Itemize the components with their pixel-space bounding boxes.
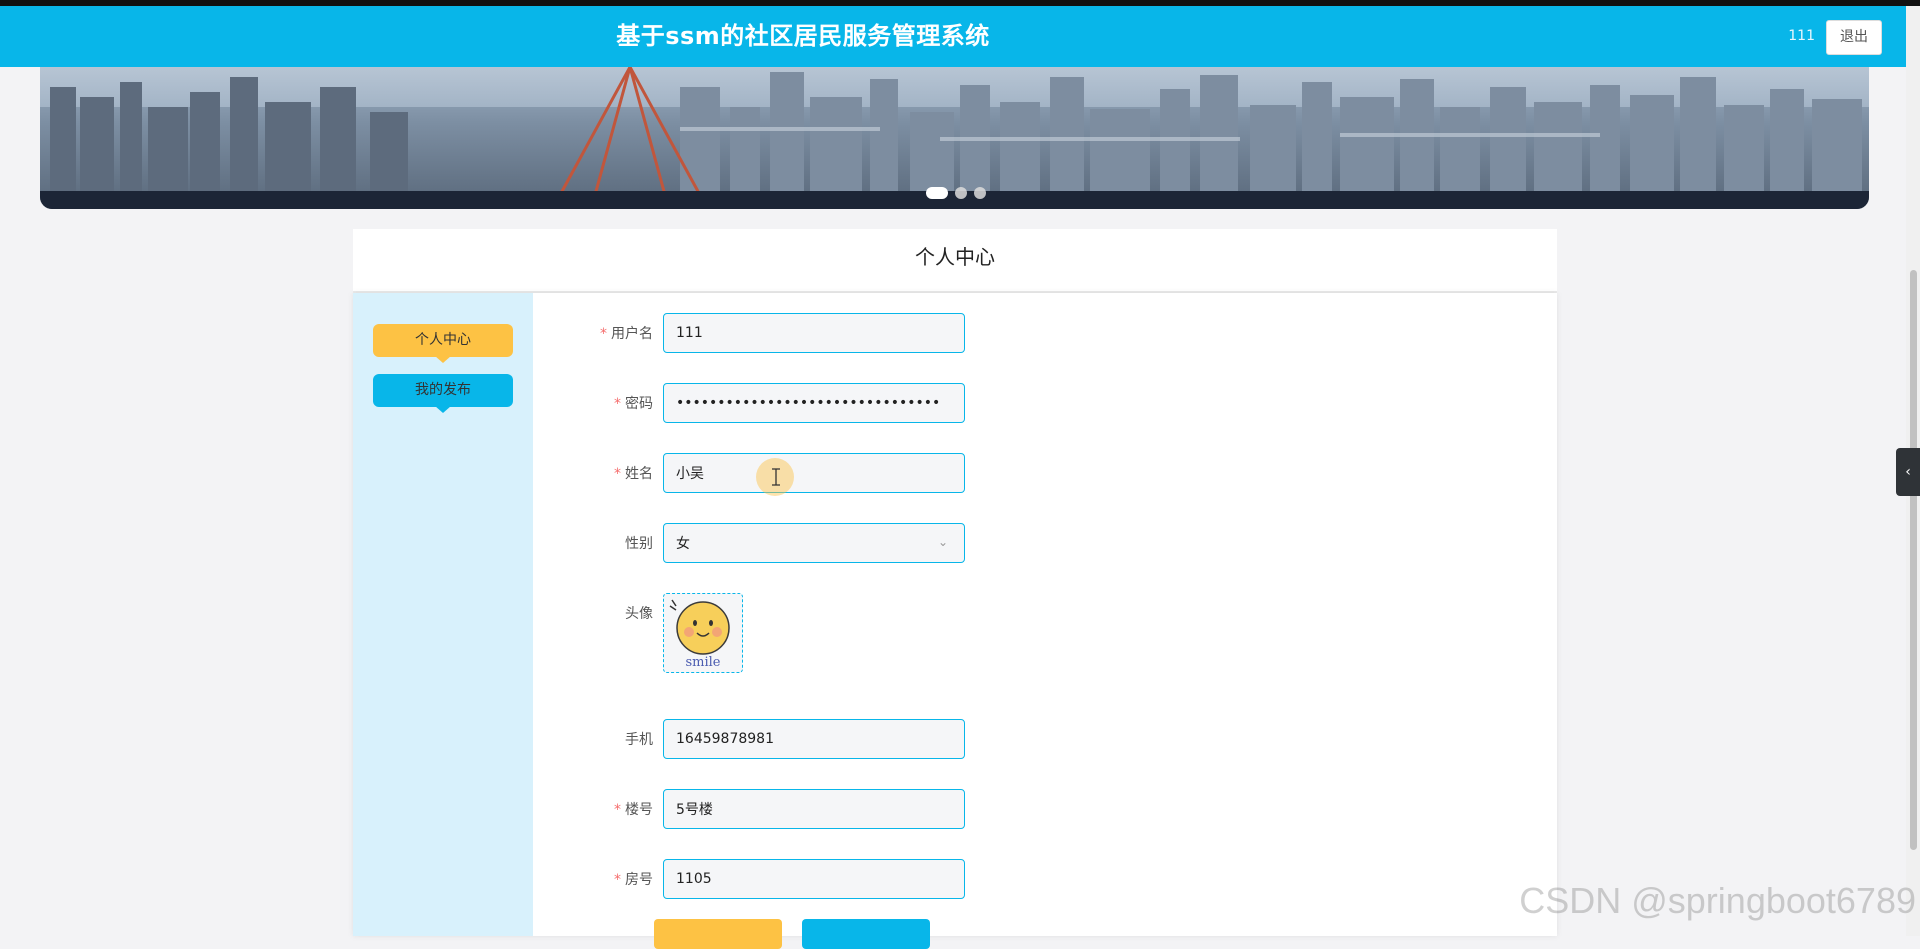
carousel-dot-3[interactable] — [974, 187, 986, 199]
app-header: 基于ssm的社区居民服务管理系统 111 退出 — [0, 6, 1906, 67]
gender-select[interactable] — [663, 523, 965, 563]
carousel-dot-1[interactable] — [926, 187, 948, 199]
username-label: * 用户名 — [600, 326, 653, 342]
required-mark: * — [614, 466, 621, 482]
password-label: * 密码 — [614, 396, 653, 412]
building-input[interactable] — [663, 789, 965, 829]
required-mark: * — [600, 326, 607, 342]
form-row-building: * 楼号 — [533, 789, 1433, 831]
form-row-room: * 房号 — [533, 859, 1433, 901]
text-cursor-icon — [772, 468, 780, 486]
sidebar-item-my-posts[interactable]: 我的发布 — [373, 374, 513, 413]
building-label: * 楼号 — [614, 802, 653, 818]
app-title: 基于ssm的社区居民服务管理系统 — [616, 22, 990, 50]
logout-account-button[interactable] — [802, 919, 930, 949]
form-row-gender: 性别 ⌄ — [533, 523, 1433, 565]
name-input[interactable] — [663, 453, 965, 493]
avatar-upload[interactable]: smile — [663, 593, 743, 673]
required-mark: * — [614, 802, 621, 818]
carousel-dot-2[interactable] — [955, 187, 967, 199]
phone-input[interactable] — [663, 719, 965, 759]
watermark: CSDN @springboot6789 — [1519, 880, 1916, 921]
page-scrollbar-thumb[interactable] — [1910, 270, 1917, 850]
chevron-down-icon: ⌄ — [938, 535, 949, 549]
current-username: 111 — [1788, 28, 1815, 44]
logout-button[interactable]: 退出 — [1826, 20, 1882, 55]
carousel-indicators[interactable] — [926, 187, 986, 199]
form-row-avatar: 头像 smile — [533, 593, 1433, 677]
form-row-phone: 手机 — [533, 719, 1433, 761]
password-input[interactable] — [663, 383, 965, 423]
room-input[interactable] — [663, 859, 965, 899]
update-info-button[interactable] — [654, 919, 782, 949]
username-input[interactable] — [663, 313, 965, 353]
required-mark: * — [614, 872, 621, 888]
sidebar-item-profile[interactable]: 个人中心 — [373, 324, 513, 363]
avatar-image: smile — [669, 599, 730, 670]
panel-title-bar: 个人中心 — [353, 229, 1557, 293]
panel-title: 个人中心 — [915, 245, 995, 269]
room-label: * 房号 — [614, 872, 653, 888]
banner-carousel[interactable] — [40, 67, 1869, 209]
profile-sidebar: 个人中心 我的发布 — [353, 293, 533, 936]
form-row-name: * 姓名 — [533, 453, 1433, 495]
chevron-left-icon[interactable]: ‹ — [1896, 448, 1920, 496]
avatar-label: 头像 — [625, 606, 653, 622]
required-mark: * — [614, 396, 621, 412]
gender-label: 性别 — [625, 536, 653, 552]
form-row-password: * 密码 — [533, 383, 1433, 425]
phone-label: 手机 — [625, 732, 653, 748]
svg-text:smile: smile — [685, 655, 720, 670]
form-row-username: * 用户名 — [533, 313, 1433, 355]
name-label: * 姓名 — [614, 466, 653, 482]
